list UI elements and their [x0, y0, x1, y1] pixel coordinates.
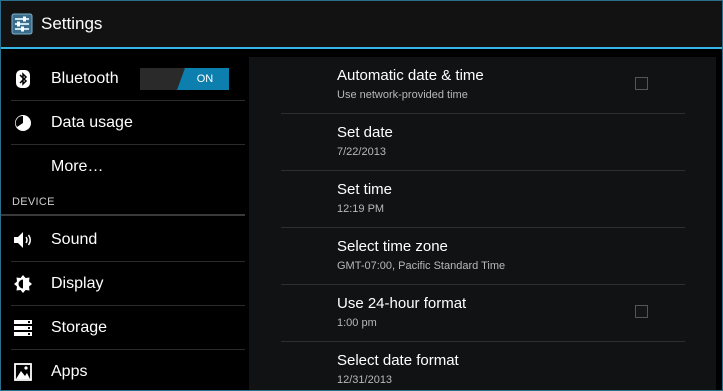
sidebar-item-more[interactable]: More… [1, 145, 245, 188]
pref-title: Select date format [337, 352, 459, 369]
bluetooth-icon [13, 69, 33, 89]
sidebar-item-label: Data usage [51, 113, 133, 131]
speaker-icon [13, 230, 33, 250]
app-title: Settings [41, 14, 103, 33]
pref-summary: 1:00 pm [337, 317, 377, 329]
sidebar-item-label: Sound [51, 230, 98, 248]
apps-icon [13, 362, 33, 382]
action-bar: Settings [1, 1, 722, 49]
data-usage-icon [13, 113, 33, 133]
section-divider [1, 214, 245, 216]
pref-select-date-format[interactable]: Select date format 12/31/2013 [281, 342, 685, 390]
pref-select-time-zone[interactable]: Select time zone GMT-07:00, Pacific Stan… [281, 228, 685, 285]
sidebar-item-apps[interactable]: Apps [1, 350, 245, 390]
pref-summary: 12:19 PM [337, 203, 385, 215]
sidebar-item-data-usage[interactable]: Data usage [1, 101, 245, 144]
pref-title: Select time zone [337, 238, 448, 255]
pref-title: Use 24-hour format [337, 295, 467, 312]
pref-summary: GMT-07:00, Pacific Standard Time [337, 260, 506, 272]
pref-summary: 7/22/2013 [337, 146, 386, 158]
pref-title: Set date [337, 124, 393, 141]
pref-set-date[interactable]: Set date 7/22/2013 [281, 114, 685, 171]
pref-use-24-hour-format[interactable]: Use 24-hour format 1:00 pm [281, 285, 685, 342]
date-time-settings-pane: Automatic date & time Use network-provid… [249, 57, 716, 390]
pref-summary: Use network-provided time [337, 89, 468, 101]
sidebar: Bluetooth ON Data usage More… DEVICE Sou… [1, 49, 245, 390]
sidebar-item-storage[interactable]: Storage [1, 306, 245, 349]
pref-title: Set time [337, 181, 393, 198]
settings-app-icon[interactable] [11, 13, 33, 35]
pref-title: Automatic date & time [337, 67, 484, 84]
sidebar-item-label: Bluetooth [51, 69, 119, 87]
toggle-on-label: ON [177, 68, 229, 90]
sidebar-item-label: Apps [51, 362, 88, 380]
bluetooth-toggle[interactable]: ON [140, 68, 229, 90]
sidebar-item-display[interactable]: Display [1, 262, 245, 305]
automatic-date-time-checkbox[interactable] [635, 77, 648, 90]
settings-window: Settings Bluetooth ON Data usage More… D… [0, 0, 723, 391]
pref-summary: 12/31/2013 [337, 374, 393, 386]
pref-set-time[interactable]: Set time 12:19 PM [281, 171, 685, 228]
section-header-device: DEVICE [12, 196, 55, 208]
sidebar-item-bluetooth[interactable]: Bluetooth ON [1, 57, 245, 100]
sidebar-item-sound[interactable]: Sound [1, 218, 245, 261]
use-24-hour-format-checkbox[interactable] [635, 305, 648, 318]
display-brightness-icon [13, 274, 33, 294]
pref-automatic-date-time[interactable]: Automatic date & time Use network-provid… [281, 57, 685, 114]
storage-icon [13, 318, 33, 338]
sidebar-item-label: More… [51, 157, 104, 175]
sidebar-item-label: Storage [51, 318, 108, 336]
sidebar-item-label: Display [51, 274, 104, 292]
